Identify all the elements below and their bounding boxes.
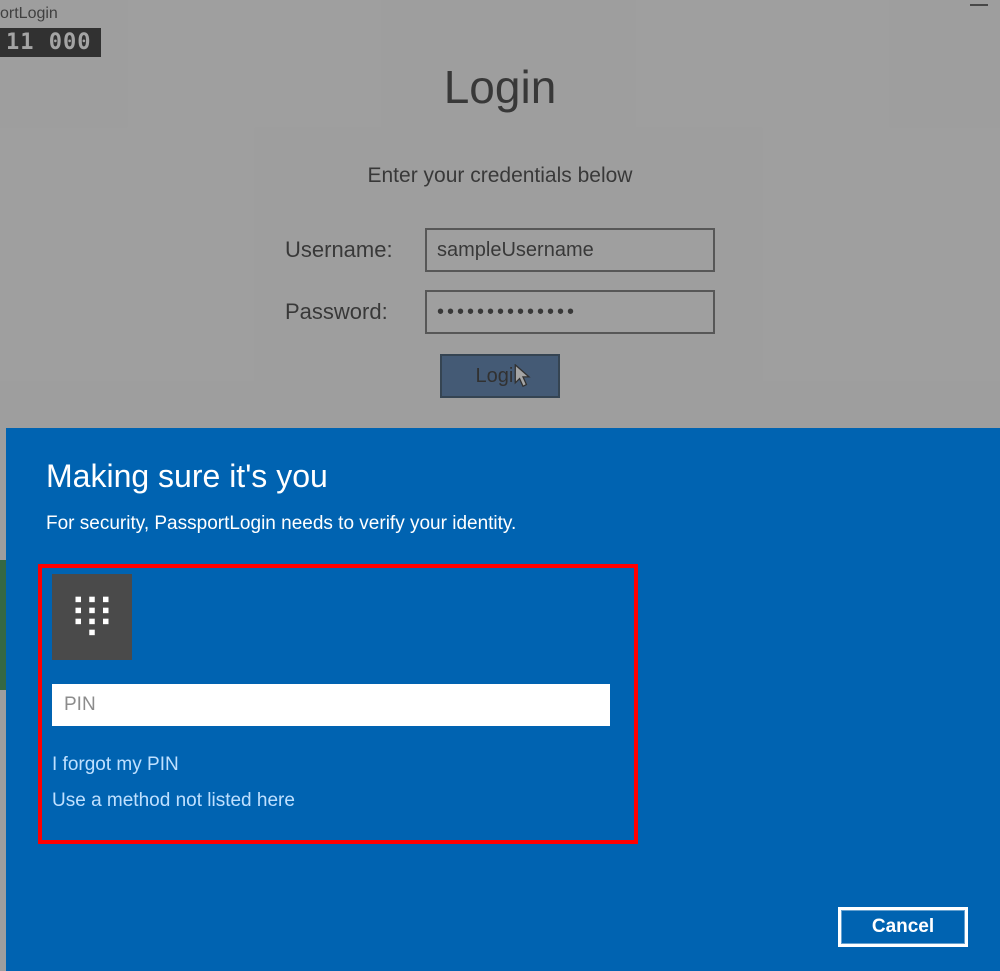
password-row: Password:	[285, 290, 715, 334]
keypad-icon	[70, 593, 114, 642]
window-titlebar: ortLogin	[0, 0, 1000, 28]
pin-input[interactable]	[52, 684, 610, 726]
window-title: ortLogin	[0, 5, 58, 23]
password-input[interactable]	[425, 290, 715, 334]
dialog-title: Making sure it's you	[46, 458, 960, 495]
cursor-icon	[514, 364, 532, 388]
credentials-form: Username: Password: Login	[285, 228, 715, 398]
minimize-icon[interactable]	[970, 4, 988, 6]
other-method-link[interactable]: Use a method not listed here	[52, 790, 295, 812]
login-button-row: Login	[285, 354, 715, 398]
cancel-button[interactable]: Cancel	[838, 907, 968, 947]
dialog-subtitle: For security, PassportLogin needs to ver…	[46, 513, 960, 535]
login-button[interactable]: Login	[440, 354, 560, 398]
username-row: Username:	[285, 228, 715, 272]
username-label: Username:	[285, 237, 425, 263]
forgot-pin-link[interactable]: I forgot my PIN	[52, 754, 179, 776]
page-title: Login	[0, 60, 1000, 114]
page-subtitle: Enter your credentials below	[0, 164, 1000, 188]
windows-security-dialog: Making sure it's you For security, Passp…	[6, 428, 1000, 971]
login-panel: Login Enter your credentials below Usern…	[0, 50, 1000, 398]
cancel-button-label: Cancel	[872, 916, 934, 938]
pin-method-tile[interactable]	[52, 574, 132, 660]
username-input[interactable]	[425, 228, 715, 272]
password-label: Password:	[285, 299, 425, 325]
